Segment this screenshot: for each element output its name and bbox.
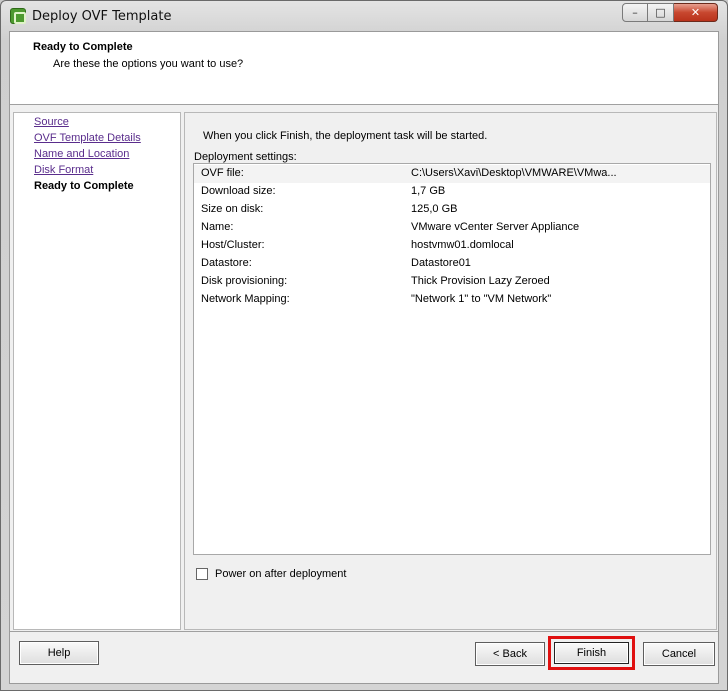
finish-button[interactable]: Finish (554, 642, 629, 664)
title-bar: Deploy OVF Template – □ ✕ (1, 1, 727, 31)
footer-divider (10, 631, 718, 632)
settings-row: Download size: 1,7 GB (194, 183, 710, 201)
settings-value: hostvmw01.domlocal (411, 239, 514, 251)
settings-row: Datastore: Datastore01 (194, 255, 710, 273)
settings-key: Datastore: (201, 257, 252, 269)
settings-row: Host/Cluster: hostvmw01.domlocal (194, 237, 710, 255)
deployment-settings-label: Deployment settings: (194, 151, 297, 163)
nav-item-name-and-location[interactable]: Name and Location (34, 148, 129, 160)
settings-value: "Network 1" to "VM Network" (411, 293, 552, 305)
maximize-button[interactable]: □ (648, 3, 674, 22)
deployment-settings-list: OVF file: C:\Users\Xavi\Desktop\VMWARE\V… (193, 163, 711, 555)
settings-key: Host/Cluster: (201, 239, 265, 251)
settings-row: Disk provisioning: Thick Provision Lazy … (194, 273, 710, 291)
vsphere-app-icon (10, 8, 26, 24)
settings-value: 1,7 GB (411, 185, 446, 197)
power-on-checkbox[interactable] (196, 568, 208, 580)
cancel-button[interactable]: Cancel (643, 642, 715, 666)
settings-value: VMware vCenter Server Appliance (411, 221, 580, 233)
power-on-option[interactable]: Power on after deployment (196, 568, 346, 580)
finish-info-text: When you click Finish, the deployment ta… (203, 130, 488, 142)
settings-row: OVF file: C:\Users\Xavi\Desktop\VMWARE\V… (194, 165, 710, 183)
nav-item-ready-to-complete: Ready to Complete (34, 180, 134, 192)
window-title: Deploy OVF Template (32, 9, 172, 24)
close-button[interactable]: ✕ (674, 3, 718, 22)
settings-row: Size on disk: 125,0 GB (194, 201, 710, 219)
settings-key: OVF file: (201, 167, 244, 179)
header-panel: Ready to Complete Are these the options … (10, 32, 718, 105)
caption-buttons: – □ ✕ (622, 3, 718, 22)
page-title: Ready to Complete (33, 41, 133, 53)
settings-key: Size on disk: (201, 203, 264, 215)
settings-row: Network Mapping: "Network 1" to "VM Netw… (194, 291, 710, 309)
settings-value: 125,0 GB (411, 203, 458, 215)
deploy-ovf-window: Deploy OVF Template – □ ✕ Ready to Compl… (0, 0, 728, 691)
settings-value: Thick Provision Lazy Zeroed (411, 275, 550, 287)
dialog-client-area: Ready to Complete Are these the options … (9, 31, 719, 684)
settings-value: C:\Users\Xavi\Desktop\VMWARE\VMwa... (411, 167, 617, 179)
nav-item-disk-format[interactable]: Disk Format (34, 164, 93, 176)
settings-key: Name: (201, 221, 234, 233)
settings-key: Network Mapping: (201, 293, 290, 305)
settings-key: Download size: (201, 185, 276, 197)
finish-highlight-box: Finish (548, 636, 635, 670)
minimize-button[interactable]: – (622, 3, 648, 22)
help-button[interactable]: Help (19, 641, 99, 665)
settings-value: Datastore01 (411, 257, 471, 269)
nav-item-ovf-template-details[interactable]: OVF Template Details (34, 132, 141, 144)
nav-item-source[interactable]: Source (34, 116, 69, 128)
page-subtitle: Are these the options you want to use? (53, 58, 244, 70)
settings-key: Disk provisioning: (201, 275, 288, 287)
back-button[interactable]: < Back (475, 642, 545, 666)
content-panel: When you click Finish, the deployment ta… (184, 112, 717, 630)
wizard-steps-panel: Source OVF Template Details Name and Loc… (13, 112, 181, 630)
settings-row: Name: VMware vCenter Server Appliance (194, 219, 710, 237)
power-on-label: Power on after deployment (215, 568, 347, 580)
